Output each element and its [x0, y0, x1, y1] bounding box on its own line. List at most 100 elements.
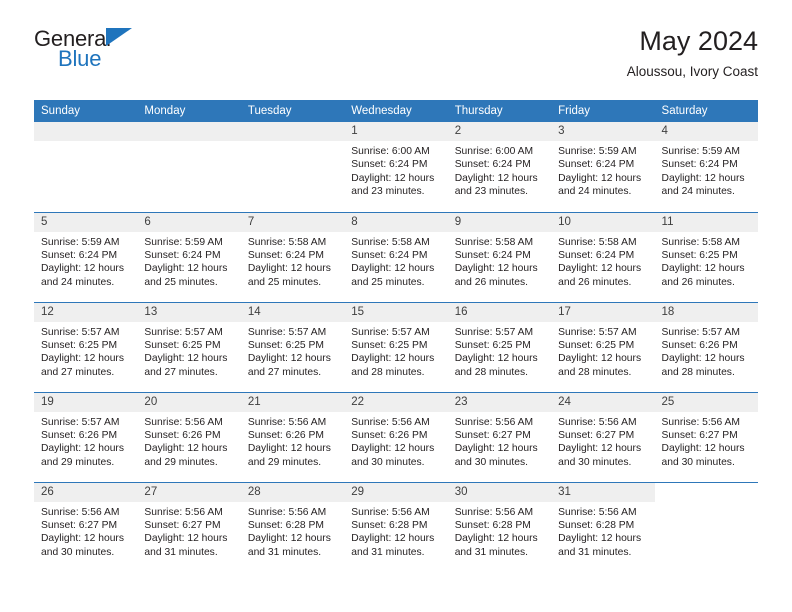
daylight-text-line1: Daylight: 12 hours [351, 353, 435, 365]
daylight-text-line1: Daylight: 12 hours [661, 172, 745, 184]
day-cell[interactable]: 13 Sunrise: 5:57 AM Sunset: 6:25 PM Dayligh… [137, 301, 241, 392]
day-details: Sunrise: 5:56 AM Sunset: 6:27 PM Daylight:… [551, 412, 654, 470]
daylight-text-line1: Daylight: 12 hours [41, 533, 124, 545]
day-cell[interactable]: 21 Sunrise: 5:56 AM Sunset: 6:26 PM Dayligh… [240, 391, 345, 482]
day-number: 16 [447, 302, 552, 322]
day-cell[interactable]: 3 Sunrise: 5:59 AM Sunset: 6:24 PM Daylight… [551, 122, 655, 212]
day-details: Sunrise: 5:57 AM Sunset: 6:25 PM Daylight:… [344, 322, 447, 380]
day-cell[interactable]: 17 Sunrise: 5:57 AM Sunset: 6:25 PM Dayligh… [551, 301, 655, 392]
sunset-text: Sunset: 6:28 PM [454, 519, 531, 531]
daylight-text-line2: and 29 minutes. [41, 456, 115, 468]
daylight-text-line1: Daylight: 12 hours [558, 443, 642, 455]
weekday-header-monday: Monday [137, 100, 241, 122]
daylight-text-line1: Daylight: 12 hours [351, 172, 435, 184]
day-number: 21 [240, 392, 345, 412]
day-cell[interactable]: 16 Sunrise: 5:57 AM Sunset: 6:25 PM Dayligh… [447, 301, 552, 392]
daylight-text-line2: and 24 minutes. [41, 276, 115, 288]
daylight-text-line1: Daylight: 12 hours [247, 353, 331, 365]
calendar-body: 1 Sunrise: 6:00 AM Sunset: 6:24 PM Daylight… [34, 122, 758, 572]
calendar-week-row: 19 Sunrise: 5:57 AM Sunset: 6:26 PM Dayligh… [34, 391, 758, 482]
day-cell[interactable]: 15 Sunrise: 5:57 AM Sunset: 6:25 PM Dayligh… [344, 301, 448, 392]
daylight-text-line1: Daylight: 12 hours [351, 443, 435, 455]
calendar-week-row: 26 Sunrise: 5:56 AM Sunset: 6:27 PM Dayligh… [34, 481, 758, 572]
day-cell[interactable]: 2 Sunrise: 6:00 AM Sunset: 6:24 PM Daylight… [447, 122, 552, 212]
day-cell[interactable]: 7 Sunrise: 5:58 AM Sunset: 6:24 PM Daylight… [240, 211, 345, 302]
day-cell[interactable]: 5 Sunrise: 5:59 AM Sunset: 6:24 PM Daylight… [34, 211, 138, 302]
day-cell[interactable]: 9 Sunrise: 5:58 AM Sunset: 6:24 PM Daylight… [447, 211, 552, 302]
day-cell[interactable]: 25 Sunrise: 5:56 AM Sunset: 6:27 PM Dayligh… [654, 391, 758, 482]
sunrise-text: Sunrise: 5:56 AM [144, 416, 223, 428]
day-cell[interactable]: 31 Sunrise: 5:56 AM Sunset: 6:28 PM Dayligh… [551, 481, 655, 572]
daylight-text-line1: Daylight: 12 hours [558, 263, 642, 275]
day-cell[interactable]: 30 Sunrise: 5:56 AM Sunset: 6:28 PM Dayligh… [447, 481, 552, 572]
sunset-text: Sunset: 6:26 PM [144, 429, 221, 441]
day-cell[interactable]: 11 Sunrise: 5:58 AM Sunset: 6:25 PM Dayligh… [654, 211, 758, 302]
day-cell[interactable]: 29 Sunrise: 5:56 AM Sunset: 6:28 PM Dayligh… [344, 481, 448, 572]
sunset-text: Sunset: 6:28 PM [351, 519, 428, 531]
day-cell[interactable]: 20 Sunrise: 5:56 AM Sunset: 6:26 PM Dayligh… [137, 391, 241, 482]
daylight-text-line1: Daylight: 12 hours [454, 172, 538, 184]
day-number: 18 [654, 302, 758, 322]
day-cell[interactable]: 4 Sunrise: 5:59 AM Sunset: 6:24 PM Daylight… [654, 122, 758, 212]
sunrise-text: Sunrise: 5:59 AM [661, 146, 740, 157]
daylight-text-line2: and 31 minutes. [247, 546, 322, 558]
daylight-text-line2: and 30 minutes. [41, 546, 115, 558]
daylight-text-line2: and 26 minutes. [558, 276, 632, 288]
sunrise-text: Sunrise: 5:56 AM [247, 506, 327, 518]
day-number: 10 [551, 212, 655, 232]
sunset-text: Sunset: 6:26 PM [351, 429, 428, 441]
sunrise-text: Sunrise: 5:56 AM [558, 416, 637, 428]
daylight-text-line2: and 25 minutes. [247, 276, 322, 288]
day-cell[interactable]: 22 Sunrise: 5:56 AM Sunset: 6:26 PM Dayligh… [344, 391, 448, 482]
day-cell[interactable]: 27 Sunrise: 5:56 AM Sunset: 6:27 PM Dayligh… [137, 481, 241, 572]
logo-text-blue: Blue [58, 46, 102, 71]
daylight-text-line1: Daylight: 12 hours [558, 533, 642, 545]
day-cell[interactable]: 10 Sunrise: 5:58 AM Sunset: 6:24 PM Dayligh… [551, 211, 655, 302]
sunrise-text: Sunrise: 5:57 AM [41, 416, 120, 428]
day-cell[interactable]: 6 Sunrise: 5:59 AM Sunset: 6:24 PM Daylight… [137, 211, 241, 302]
day-cell[interactable]: 1 Sunrise: 6:00 AM Sunset: 6:24 PM Daylight… [344, 122, 448, 212]
general-blue-logo[interactable]: General Blue [34, 26, 146, 72]
sunrise-text: Sunrise: 5:57 AM [558, 326, 637, 338]
daylight-text-line1: Daylight: 12 hours [454, 353, 538, 365]
day-details: Sunrise: 6:00 AM Sunset: 6:24 PM Daylight:… [448, 141, 551, 199]
day-number: 3 [551, 122, 655, 141]
day-cell[interactable]: 14 Sunrise: 5:57 AM Sunset: 6:25 PM Dayligh… [240, 301, 345, 392]
sunset-text: Sunset: 6:25 PM [351, 339, 428, 351]
sunset-text: Sunset: 6:25 PM [247, 339, 324, 351]
sunrise-text: Sunrise: 5:56 AM [351, 416, 430, 428]
day-cell[interactable]: 8 Sunrise: 5:58 AM Sunset: 6:24 PM Daylight… [344, 211, 448, 302]
day-details: Sunrise: 5:57 AM Sunset: 6:25 PM Daylight:… [241, 322, 344, 380]
page-header: General Blue May 2024 Aloussou, Ivory Co… [0, 0, 792, 100]
sunset-text: Sunset: 6:27 PM [661, 429, 738, 441]
day-cell[interactable]: 12 Sunrise: 5:57 AM Sunset: 6:25 PM Dayligh… [34, 301, 138, 392]
sunrise-text: Sunrise: 5:56 AM [661, 416, 740, 428]
day-number: 30 [447, 482, 552, 502]
daylight-text-line2: and 24 minutes. [558, 186, 632, 198]
sunset-text: Sunset: 6:24 PM [144, 249, 221, 261]
sunset-text: Sunset: 6:26 PM [41, 429, 118, 441]
day-details: Sunrise: 5:56 AM Sunset: 6:28 PM Daylight:… [241, 502, 344, 560]
sunrise-text: Sunrise: 5:58 AM [661, 236, 740, 248]
daylight-text-line2: and 23 minutes. [351, 186, 425, 198]
daylight-text-line1: Daylight: 12 hours [454, 533, 538, 545]
calendar-table: Sunday Monday Tuesday Wednesday Thursday Frid… [34, 100, 758, 572]
calendar-page: General Blue May 2024 Aloussou, Ivory Co… [0, 0, 792, 612]
daylight-text-line1: Daylight: 12 hours [247, 533, 331, 545]
day-cell[interactable]: 19 Sunrise: 5:57 AM Sunset: 6:26 PM Dayligh… [34, 391, 138, 482]
daylight-text-line2: and 30 minutes. [558, 456, 632, 468]
calendar-week-row: 1 Sunrise: 6:00 AM Sunset: 6:24 PM Daylight… [34, 122, 758, 212]
day-cell[interactable]: 18 Sunrise: 5:57 AM Sunset: 6:26 PM Dayligh… [654, 301, 758, 392]
day-cell[interactable]: 28 Sunrise: 5:56 AM Sunset: 6:28 PM Dayligh… [240, 481, 345, 572]
sunrise-text: Sunrise: 5:56 AM [454, 506, 534, 518]
sunrise-text: Sunrise: 5:58 AM [454, 236, 534, 248]
daylight-text-line2: and 27 minutes. [41, 366, 115, 378]
daylight-text-line2: and 31 minutes. [144, 546, 218, 558]
day-cell[interactable]: 23 Sunrise: 5:56 AM Sunset: 6:27 PM Dayligh… [447, 391, 552, 482]
day-cell[interactable]: 26 Sunrise: 5:56 AM Sunset: 6:27 PM Dayligh… [34, 481, 138, 572]
day-number: 17 [551, 302, 655, 322]
calendar-week-row: 5 Sunrise: 5:59 AM Sunset: 6:24 PM Daylight… [34, 211, 758, 302]
day-cell[interactable]: 24 Sunrise: 5:56 AM Sunset: 6:27 PM Dayligh… [551, 391, 655, 482]
day-number: 6 [137, 212, 241, 232]
day-details: Sunrise: 5:56 AM Sunset: 6:28 PM Daylight:… [448, 502, 551, 560]
